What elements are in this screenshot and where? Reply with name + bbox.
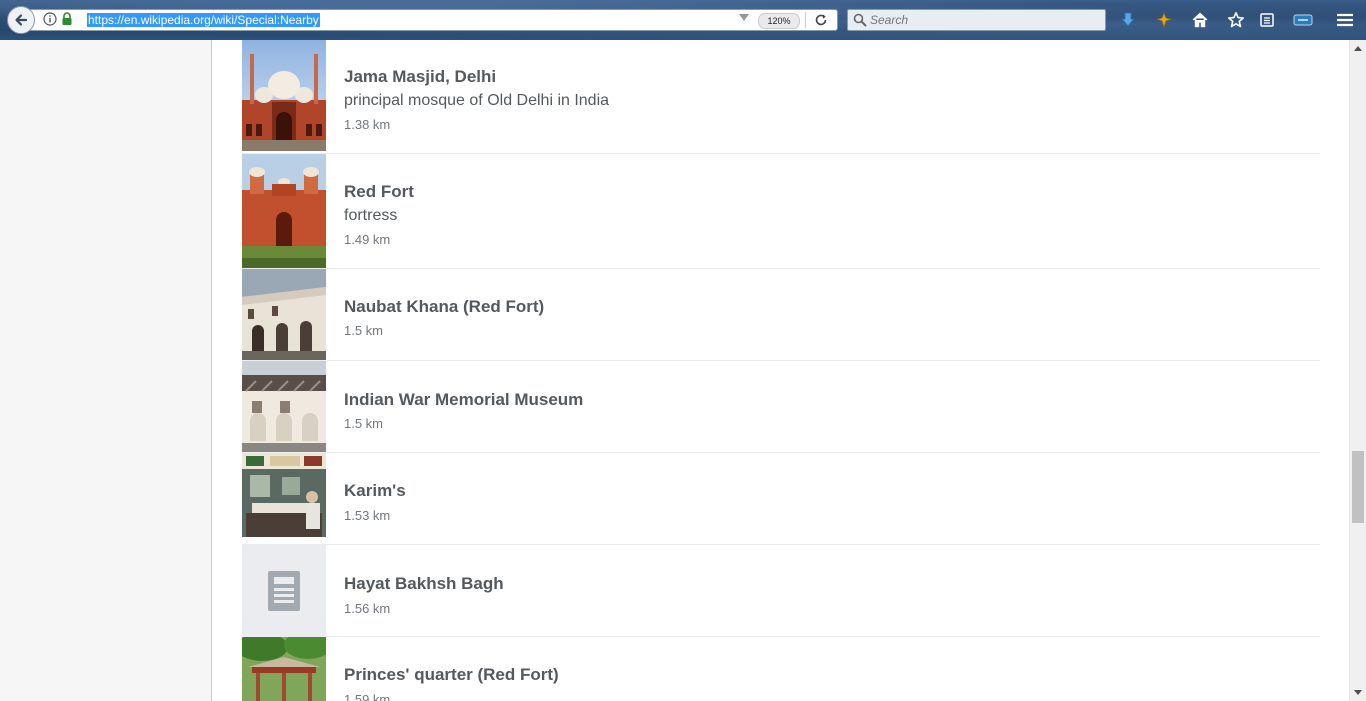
placeholder-thumbnail — [242, 545, 326, 636]
item-distance: 1.38 km — [344, 117, 391, 132]
list-item[interactable]: Princes' quarter (Red Fort) 1.59 km — [242, 637, 1320, 701]
menu-button[interactable] — [1333, 8, 1357, 32]
reload-icon[interactable] — [813, 12, 829, 33]
list-item[interactable]: Jama Masjid, Delhi principal mosque of O… — [242, 40, 1320, 154]
item-title[interactable]: Naubat Khana (Red Fort) — [344, 297, 544, 317]
white-building-photo — [242, 269, 326, 360]
history-dropdown-icon[interactable] — [739, 14, 749, 21]
extension-button[interactable] — [1291, 8, 1315, 32]
star-icon — [1228, 12, 1244, 28]
home-icon — [1192, 12, 1208, 28]
addon-icon — [1155, 11, 1173, 29]
divider — [805, 12, 806, 28]
mosque-photo — [242, 40, 326, 151]
item-distance: 1.5 km — [344, 323, 384, 338]
home-button[interactable] — [1188, 8, 1212, 32]
article-icon — [268, 570, 300, 611]
item-description: fortress — [344, 207, 398, 224]
bookmarks-list-icon — [1260, 13, 1274, 27]
item-distance: 1.59 km — [344, 692, 391, 701]
back-button[interactable] — [7, 6, 35, 34]
search-input[interactable] — [870, 11, 1100, 29]
list-item[interactable]: Indian War Memorial Museum 1.5 km — [242, 361, 1320, 453]
item-title[interactable]: Red Fort — [344, 182, 414, 202]
item-distance: 1.56 km — [344, 601, 391, 616]
browser-toolbar: https://en.wikipedia.org/wiki/Special:Ne… — [0, 0, 1366, 40]
info-icon[interactable] — [43, 12, 57, 31]
item-distance: 1.53 km — [344, 508, 391, 523]
scroll-up-button[interactable] — [1350, 40, 1366, 57]
item-description: principal mosque of Old Delhi in India — [344, 92, 610, 109]
addon-button[interactable] — [1152, 8, 1176, 32]
nearby-list: Jama Masjid, Delhi principal mosque of O… — [242, 40, 1320, 701]
museum-photo — [242, 361, 326, 452]
reader-list-button[interactable] — [1255, 8, 1279, 32]
restaurant-photo — [242, 453, 326, 537]
item-title[interactable]: Jama Masjid, Delhi — [344, 67, 496, 87]
list-item[interactable]: Karim's 1.53 km — [242, 453, 1320, 545]
lock-icon[interactable] — [61, 12, 73, 31]
main-content: Jama Masjid, Delhi principal mosque of O… — [211, 40, 1349, 701]
bookmark-button[interactable] — [1224, 8, 1248, 32]
vertical-scrollbar[interactable] — [1349, 40, 1366, 701]
list-item[interactable]: Red Fort fortress 1.49 km — [242, 154, 1320, 269]
item-title[interactable]: Karim's — [344, 481, 406, 501]
item-title[interactable]: Hayat Bakhsh Bagh — [344, 574, 504, 594]
list-item[interactable]: Naubat Khana (Red Fort) 1.5 km — [242, 269, 1320, 361]
item-distance: 1.49 km — [344, 232, 391, 247]
scrollbar-thumb[interactable] — [1352, 451, 1364, 523]
downloads-button[interactable] — [1116, 8, 1140, 32]
zoom-level[interactable]: 120% — [758, 13, 800, 29]
item-title[interactable]: Princes' quarter (Red Fort) — [344, 665, 559, 685]
item-distance: 1.5 km — [344, 416, 384, 431]
garden-pavilion-photo — [242, 637, 326, 701]
back-arrow-icon — [15, 14, 28, 26]
download-arrow-icon — [1120, 12, 1136, 27]
extension-icon — [1293, 14, 1313, 26]
list-item[interactable]: Hayat Bakhsh Bagh 1.56 km — [242, 545, 1320, 637]
search-icon — [853, 13, 867, 32]
address-bar[interactable]: https://en.wikipedia.org/wiki/Special:Ne… — [30, 9, 838, 31]
red-fort-photo — [242, 154, 326, 268]
chevron-up-icon — [1354, 46, 1362, 51]
item-title[interactable]: Indian War Memorial Museum — [344, 390, 583, 410]
chevron-down-icon — [1354, 690, 1362, 695]
page-viewport: Jama Masjid, Delhi principal mosque of O… — [0, 40, 1349, 701]
scroll-down-button[interactable] — [1350, 684, 1366, 701]
search-bar[interactable] — [847, 9, 1106, 31]
hamburger-menu-icon — [1337, 13, 1353, 27]
url-text[interactable]: https://en.wikipedia.org/wiki/Special:Ne… — [87, 13, 320, 27]
